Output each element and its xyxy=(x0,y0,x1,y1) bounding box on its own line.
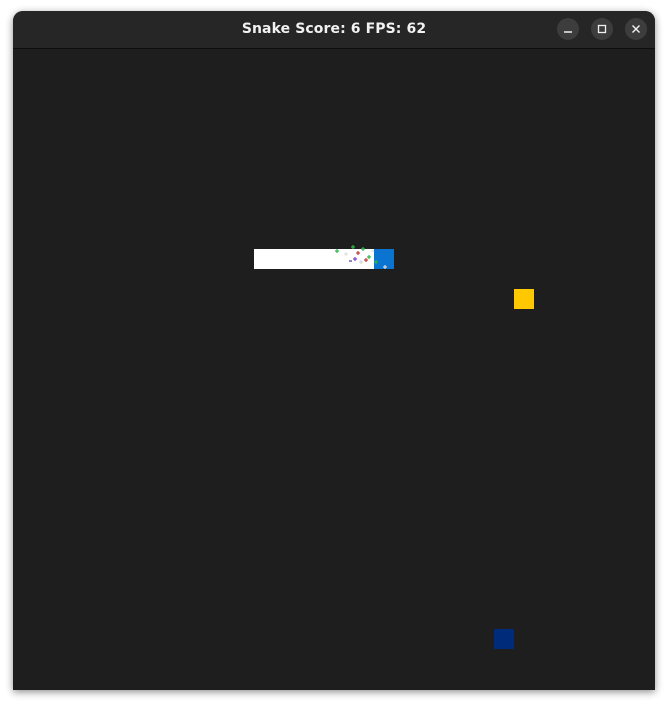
game-canvas[interactable] xyxy=(13,49,655,690)
food-pellet xyxy=(514,289,534,309)
sparkle-particles xyxy=(335,245,387,269)
close-button[interactable] xyxy=(625,18,647,40)
minimize-icon xyxy=(563,24,573,34)
title-bar[interactable]: Snake Score: 6 FPS: 62 xyxy=(13,11,655,49)
game-window: Snake Score: 6 FPS: 62 xyxy=(13,11,655,690)
maximize-button[interactable] xyxy=(591,18,613,40)
close-icon xyxy=(631,24,641,34)
obstacle-block xyxy=(494,629,514,649)
minimize-button[interactable] xyxy=(557,18,579,40)
maximize-icon xyxy=(597,24,607,34)
